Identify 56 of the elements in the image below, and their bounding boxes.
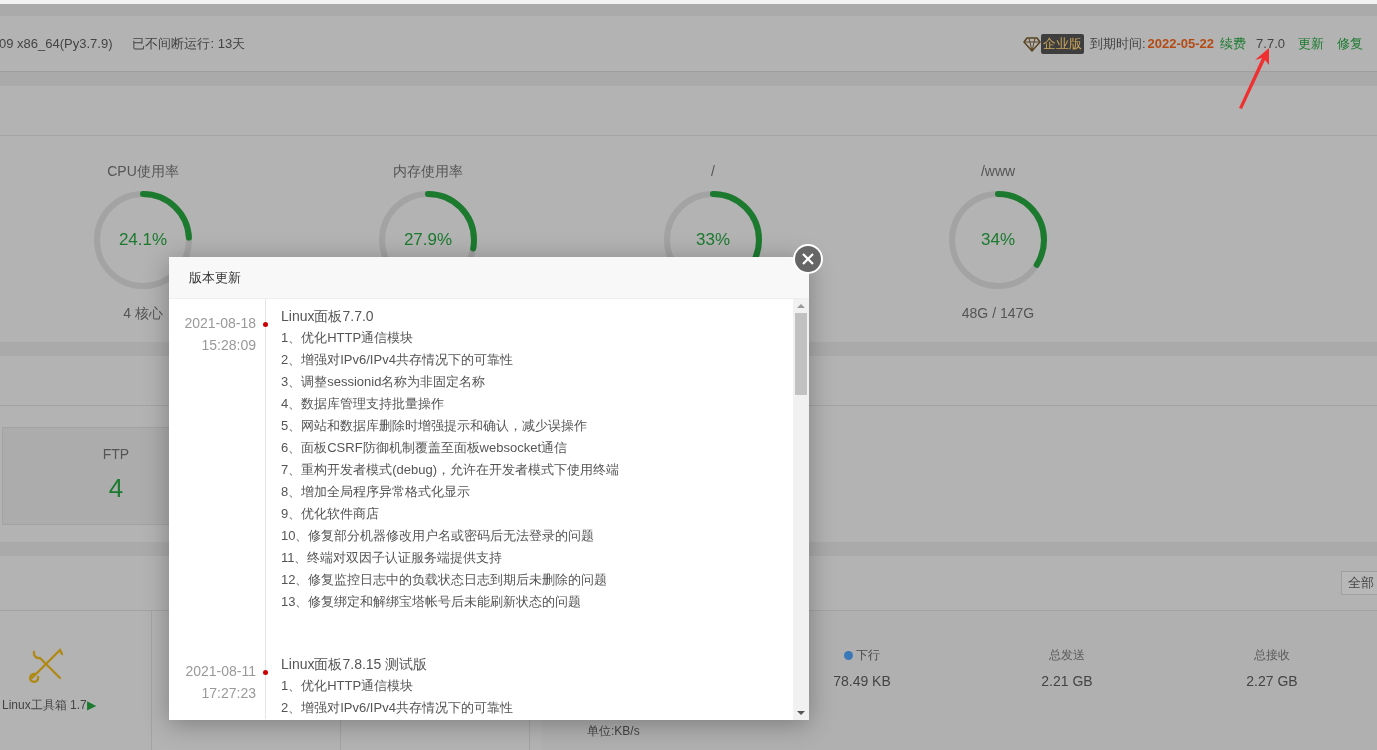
stat-value: 78.49 KB (833, 672, 891, 691)
entry-date: 2021-08-11 (184, 662, 256, 681)
entry-title: Linux面板7.8.15 测试版 (281, 655, 429, 674)
change-item: 4、数据库管理支持批量操作 (281, 395, 446, 413)
version-text: 7.7.0 (1256, 34, 1285, 53)
change-item: 6、面板CSRF防御机制覆盖至面板websocket通信 (281, 439, 569, 457)
change-item: 2、增强对IPv6/IPv4共存情况下的可靠性 (281, 351, 514, 369)
renew-link[interactable]: 续费 (1220, 33, 1247, 54)
gauge-label: / (711, 162, 715, 181)
gauge-caption: 48G / 147G (961, 304, 1035, 323)
change-item: 1、优化HTTP通信模块 (281, 329, 415, 347)
change-item: 10、修复部分机器修改用户名或密码后无法登录的问题 (281, 527, 596, 545)
entry-time: 15:28:09 (200, 336, 256, 355)
change-item: 2、增强对IPv6/IPv4共存情况下的可靠性 (281, 699, 514, 717)
unit-label: 单位:KB/s (587, 723, 640, 740)
edition-badge[interactable]: 企业版 (1040, 33, 1084, 54)
scrollbar[interactable] (793, 299, 809, 720)
change-item: 7、重构开发者模式(debug)，允许在开发者模式下使用终端 (281, 461, 621, 479)
expiry-label: 到期时间: (1089, 34, 1146, 53)
close-icon (802, 253, 814, 265)
change-item: 9、优化软件商店 (281, 505, 381, 523)
change-item: 3、调整sessionid名称为非固定名称 (281, 373, 487, 391)
system-info: 09 x86_64(Py3.7.9) (0, 34, 113, 53)
stat-label: 总发送 (1049, 647, 1085, 664)
expiry-date: 2022-05-22 (1147, 34, 1215, 53)
gauge-value: 24.1% (118, 229, 168, 252)
filter-button[interactable]: 全部 (1341, 571, 1377, 595)
change-item: 1、优化HTTP通信模块 (281, 677, 415, 695)
entry-time: 17:27:23 (200, 684, 256, 703)
gauge-caption: 4 核心 (123, 304, 163, 323)
stat-label: 总接收 (1254, 647, 1290, 664)
update-link[interactable]: 更新 (1298, 33, 1324, 54)
change-item: 8、增加全局程序异常格式化显示 (281, 483, 472, 501)
entry-title: Linux面板7.7.0 (281, 307, 375, 326)
gauge-label: 内存使用率 (393, 162, 463, 181)
play-icon[interactable]: ▶ (86, 696, 96, 714)
stat-value: 2.21 GB (1041, 672, 1093, 691)
scroll-thumb[interactable] (795, 313, 807, 395)
stat-label: 下行 (856, 647, 880, 664)
change-item: 5、网站和数据库删除时增强提示和确认，减少误操作 (281, 417, 589, 435)
gauge-value: 34% (981, 229, 1015, 252)
diamond-icon (1022, 34, 1041, 53)
dialog-title: 版本更新 (189, 268, 241, 287)
gauge-label: CPU使用率 (107, 162, 179, 181)
gauge-value: 33% (696, 229, 730, 252)
uptime-text: 已不间断运行: 13天 (132, 34, 246, 53)
change-item: 12、修复监控日志中的负载状态日志到期后未删除的问题 (281, 571, 609, 589)
change-item: 13、修复绑定和解绑宝塔帐号后未能刷新状态的问题 (281, 593, 583, 611)
gauge-value: 27.9% (403, 229, 453, 252)
change-item: 11、终端对双因子认证服务端提供支持 (281, 549, 504, 567)
stat-value: 2.27 GB (1246, 672, 1298, 691)
tools-icon[interactable] (28, 646, 66, 684)
repair-link[interactable]: 修复 (1337, 33, 1363, 54)
gauge-label: /www (980, 162, 1016, 181)
entry-date: 2021-08-18 (183, 314, 256, 333)
software-name[interactable]: Linux工具箱 1.7 (2, 696, 87, 714)
